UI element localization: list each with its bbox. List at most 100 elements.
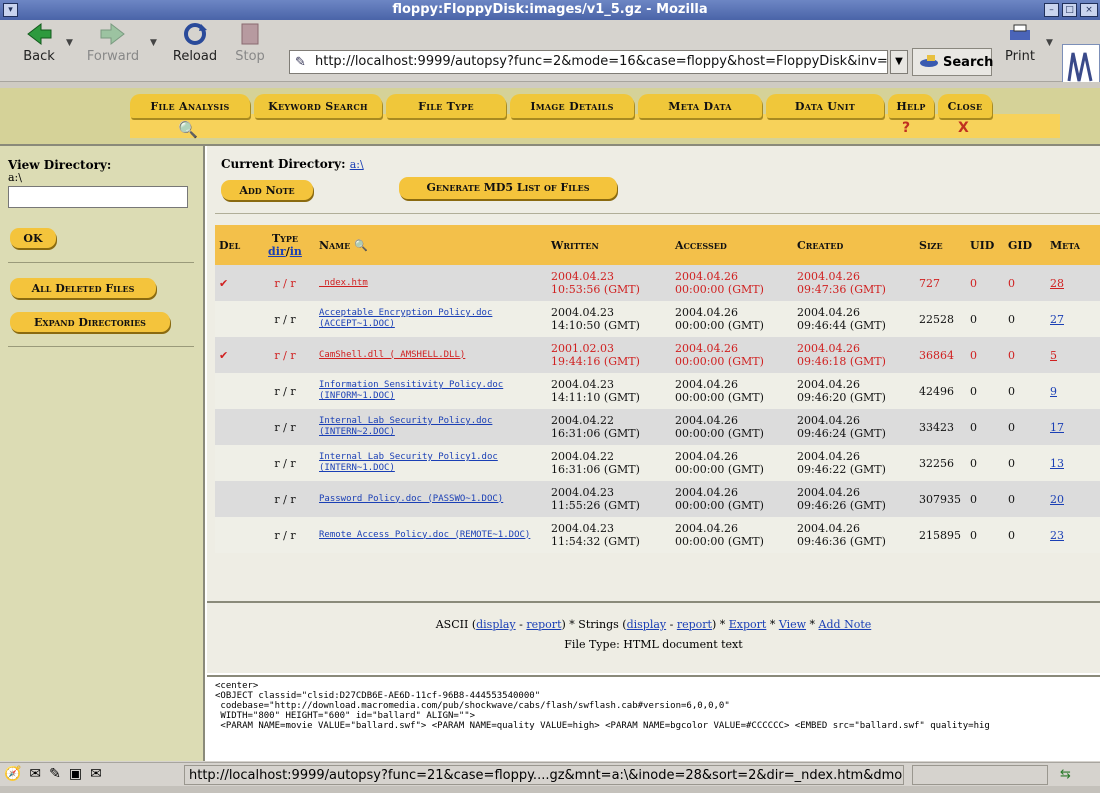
online-icon[interactable]: ⇆ [1060, 767, 1071, 782]
table-row[interactable]: r / r Internal_Lab_Security_Policy.doc (I… [215, 409, 1100, 445]
current-directory-link[interactable]: a:\ [350, 158, 364, 171]
file-link-short[interactable]: (INTERN~2.DOC) [319, 427, 547, 438]
meta-link[interactable]: 20 [1050, 493, 1064, 506]
table-row[interactable]: ✔ r / r _ndex.htm 2004.04.23 10:53:56 (GM… [215, 265, 1100, 301]
add-note-link[interactable]: Add Note [819, 618, 872, 631]
col-accessed[interactable]: Accessed [671, 225, 793, 265]
file-link[interactable]: Internal_Lab_Security_Policy1.doc [319, 452, 547, 463]
table-row[interactable]: ✔ r / r CamShell.dll (_AMSHELL.DLL) 2001… [215, 337, 1100, 373]
file-link[interactable]: Remote_Access_Policy.doc (REMOTE~1.DOC) [319, 530, 547, 541]
meta-link[interactable]: 13 [1050, 457, 1064, 470]
minimize-icon[interactable]: – [1044, 3, 1059, 17]
table-row[interactable]: r / r Acceptable_Encryption_Policy.doc (A… [215, 301, 1100, 337]
sort-dir-link[interactable]: dir [268, 245, 286, 258]
meta-link[interactable]: 9 [1050, 385, 1057, 398]
search-button[interactable]: Search [912, 48, 993, 76]
tab-close[interactable]: Close [938, 94, 992, 118]
magnifier-icon: 🔍 [354, 238, 368, 252]
forward-button[interactable]: Forward [80, 22, 146, 64]
tab-image-details[interactable]: Image Details [510, 94, 634, 118]
generate-md5-button[interactable]: Generate MD5 List of Files [399, 177, 617, 199]
file-link[interactable]: _ndex.htm [319, 278, 547, 289]
directory-input[interactable] [8, 186, 188, 208]
table-header: Del Type dir/in Name 🔍 Written Accessed … [215, 225, 1100, 265]
cell-written: 2004.04.22 16:31:06 (GMT) [547, 409, 671, 445]
reload-button[interactable]: Reload [166, 22, 224, 64]
tab-help[interactable]: Help [888, 94, 934, 118]
all-deleted-files-button[interactable]: All Deleted Files [10, 278, 156, 298]
deleted-check-icon [215, 409, 255, 445]
cell-type: r / r [255, 445, 315, 481]
sort-in-link[interactable]: in [290, 245, 302, 258]
file-link[interactable]: Acceptable_Encryption_Policy.doc [319, 308, 547, 319]
file-content-pane[interactable]: <center> <OBJECT classid="clsid:D27CDB6E… [207, 675, 1100, 761]
cell-accessed: 2004.04.26 00:00:00 (GMT) [671, 265, 793, 301]
tab-keyword-search[interactable]: Keyword Search [254, 94, 382, 118]
file-link[interactable]: CamShell.dll (_AMSHELL.DLL) [319, 350, 547, 361]
meta-link[interactable]: 17 [1050, 421, 1064, 434]
col-created[interactable]: Created [793, 225, 915, 265]
export-link[interactable]: Export [729, 618, 767, 631]
col-meta[interactable]: Meta [1046, 225, 1100, 265]
url-history-dropdown[interactable]: ▼ [890, 50, 908, 74]
cell-name: Password_Policy.doc (PASSWO~1.DOC) [315, 481, 547, 517]
printer-icon [1010, 24, 1030, 40]
close-window-icon[interactable]: × [1080, 3, 1098, 17]
strings-display-link[interactable]: display [627, 618, 667, 631]
cell-type: r / r [255, 409, 315, 445]
cell-accessed: 2004.04.26 00:00:00 (GMT) [671, 409, 793, 445]
help-icon[interactable]: ? [902, 120, 910, 136]
table-row[interactable]: r / r Internal_Lab_Security_Policy1.doc(… [215, 445, 1100, 481]
ascii-display-link[interactable]: display [476, 618, 516, 631]
directory-hint: a:\ [8, 171, 22, 184]
col-size[interactable]: Size [915, 225, 966, 265]
table-row[interactable]: r / r Remote_Access_Policy.doc (REMOTE~1… [215, 517, 1100, 553]
cell-uid: 0 [966, 265, 1004, 301]
back-dropdown-icon[interactable]: ▼ [66, 38, 73, 48]
file-link[interactable]: Password_Policy.doc (PASSWO~1.DOC) [319, 494, 547, 505]
col-name[interactable]: Name 🔍 [315, 225, 547, 265]
tab-data-unit[interactable]: Data Unit [766, 94, 884, 118]
cell-accessed: 2004.04.26 00:00:00 (GMT) [671, 301, 793, 337]
stop-button[interactable]: Stop [230, 22, 270, 64]
maximize-icon[interactable]: □ [1062, 3, 1077, 17]
table-row[interactable]: r / r Password_Policy.doc (PASSWO~1.DOC)… [215, 481, 1100, 517]
col-uid[interactable]: UID [966, 225, 1004, 265]
strings-report-link[interactable]: report [677, 618, 712, 631]
ascii-report-link[interactable]: report [526, 618, 561, 631]
col-del[interactable]: Del [215, 225, 255, 265]
component-bar-icons[interactable]: 🧭✉✎▣✉ [4, 766, 110, 782]
file-link[interactable]: Internal_Lab_Security_Policy.doc [319, 416, 547, 427]
tab-file-analysis[interactable]: File Analysis [130, 94, 250, 118]
print-dropdown-icon[interactable]: ▼ [1046, 38, 1053, 48]
url-input[interactable]: ✎ http://localhost:9999/autopsy?func=2&m… [289, 50, 888, 74]
deleted-check-icon [215, 445, 255, 481]
meta-link[interactable]: 28 [1050, 277, 1064, 290]
cell-uid: 0 [966, 481, 1004, 517]
view-options: ASCII (display - report) * Strings (disp… [435, 618, 872, 631]
cell-gid: 0 [1004, 301, 1046, 337]
ok-button[interactable]: OK [10, 228, 56, 248]
back-button[interactable]: Back [14, 22, 64, 64]
expand-directories-button[interactable]: Expand Directories [10, 312, 170, 332]
add-note-button[interactable]: Add Note [221, 180, 313, 200]
cell-created: 2004.04.26 09:46:18 (GMT) [793, 337, 915, 373]
meta-link[interactable]: 23 [1050, 529, 1064, 542]
col-gid[interactable]: GID [1004, 225, 1046, 265]
magnifier-icon: 🔍 [178, 120, 198, 139]
cell-name: Information_Sensitivity_Policy.doc (INFOR… [315, 373, 547, 409]
file-link-short[interactable]: (INTERN~1.DOC) [319, 463, 547, 474]
tab-file-type[interactable]: File Type [386, 94, 506, 118]
file-link[interactable]: Information_Sensitivity_Policy.doc [319, 380, 547, 391]
tab-meta-data[interactable]: Meta Data [638, 94, 762, 118]
forward-dropdown-icon[interactable]: ▼ [150, 38, 157, 48]
meta-link[interactable]: 5 [1050, 349, 1057, 362]
file-link-short[interactable]: (ACCEPT~1.DOC) [319, 319, 547, 330]
view-link[interactable]: View [779, 618, 806, 631]
col-written[interactable]: Written [547, 225, 671, 265]
file-link-short[interactable]: (INFORM~1.DOC) [319, 391, 547, 402]
close-icon[interactable]: X [958, 120, 969, 136]
meta-link[interactable]: 27 [1050, 313, 1064, 326]
print-button[interactable]: Print [1000, 22, 1040, 64]
table-row[interactable]: r / r Information_Sensitivity_Policy.doc… [215, 373, 1100, 409]
